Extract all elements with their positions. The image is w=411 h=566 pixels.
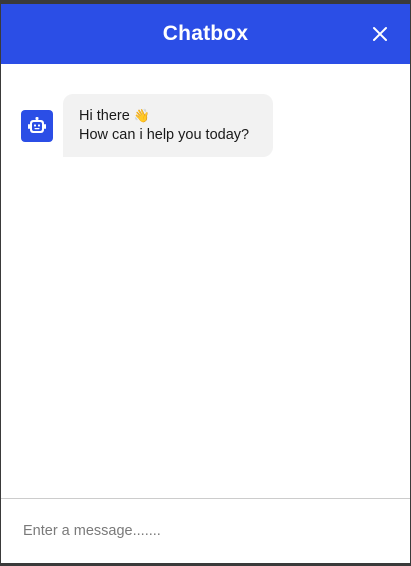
close-button[interactable]: [368, 22, 392, 46]
message-greeting: Hi there: [79, 108, 130, 124]
message-line-2: How can i help you today?: [79, 127, 250, 143]
bot-avatar: [21, 109, 53, 142]
chatbox-window: Chatbox Hi there 👋 How can i help you to…: [0, 4, 411, 564]
message-bubble: Hi there 👋 How can i help you today?: [63, 94, 273, 157]
message-list: Hi there 👋 How can i help you today?: [1, 64, 410, 498]
message-input[interactable]: [21, 522, 395, 540]
close-icon: [373, 27, 387, 41]
chat-title: Chatbox: [162, 22, 249, 45]
bot-message: Hi there 👋 How can i help you today?: [21, 94, 273, 157]
chat-header: Chatbox: [1, 4, 410, 64]
waving-hand-icon: 👋: [133, 109, 150, 124]
robot-icon: [28, 116, 46, 133]
message-input-area: [1, 499, 410, 563]
message-line-1: Hi there 👋: [79, 107, 257, 126]
